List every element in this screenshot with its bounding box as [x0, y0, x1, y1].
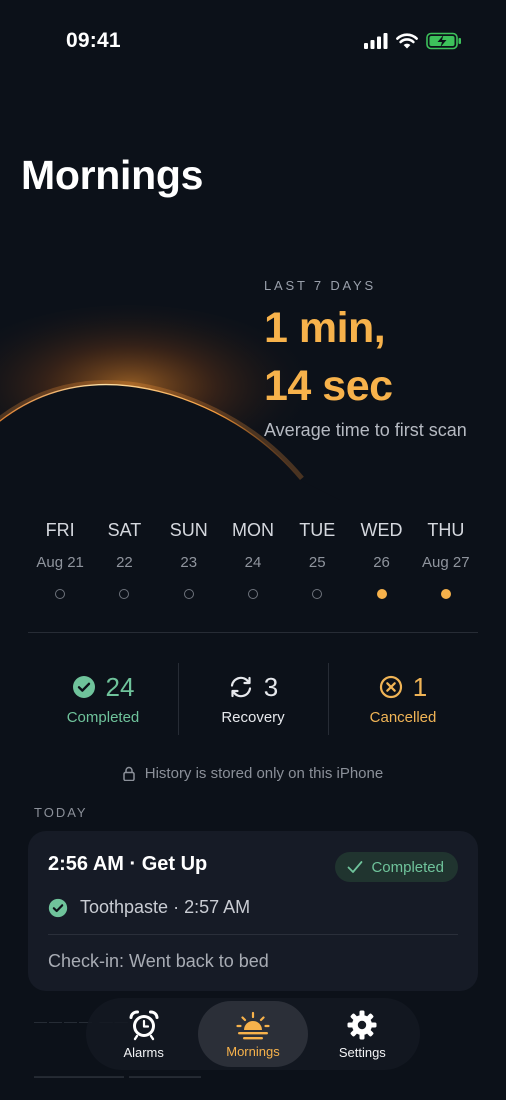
- day-date: Aug 27: [422, 554, 470, 571]
- check-circle-icon: [48, 898, 68, 917]
- completed-value: 24: [105, 671, 135, 702]
- day-status-dot: [55, 589, 66, 599]
- mornings-screen: 09:41 Mornings LAST 7 DAYS 1 min, 14 sec…: [0, 0, 506, 1100]
- battery-charging-icon: [426, 32, 461, 50]
- day-name: SUN: [169, 520, 208, 540]
- status-icons: [364, 30, 462, 52]
- tab-mornings[interactable]: Mornings: [198, 1001, 308, 1067]
- day-fri[interactable]: FRI Aug 21: [28, 520, 92, 599]
- stats-value-seconds: 14 sec: [264, 362, 393, 410]
- completed-label: Completed: [66, 709, 140, 726]
- day-name: WED: [360, 520, 403, 540]
- completed-count[interactable]: 24 Completed: [28, 663, 178, 735]
- day-wed[interactable]: WED 26: [349, 520, 413, 599]
- cancelled-label: Cancelled: [369, 709, 437, 726]
- alarm-title: 2:56 AM · Get Up: [48, 853, 208, 875]
- day-date: Aug 21: [36, 554, 84, 571]
- day-name: TUE: [299, 520, 336, 540]
- checkin-text: Check-in: Went back to bed: [48, 951, 269, 971]
- tab-bar: Alarms Mornings Settings: [86, 998, 420, 1070]
- completed-badge: Completed: [335, 852, 458, 882]
- alarm-clock-icon: [129, 1010, 159, 1040]
- day-status-dot: [119, 589, 130, 599]
- recovery-arrows-icon: [230, 676, 251, 698]
- x-circle-icon: [379, 675, 402, 699]
- privacy-note: History is stored only on this iPhone: [0, 765, 506, 782]
- day-status-dot-active: [376, 589, 387, 599]
- task-row: Toothpaste · 2:57 AM: [48, 897, 250, 918]
- cancelled-value: 1: [412, 671, 428, 702]
- day-date: 22: [116, 554, 133, 571]
- status-time: 09:41: [66, 29, 121, 52]
- day-status-dot: [312, 589, 323, 599]
- morning-entry-card[interactable]: 2:56 AM · Get Up Completed Toothpaste · …: [28, 831, 478, 991]
- today-section-label: TODAY: [34, 805, 88, 820]
- checkmark-icon: [348, 861, 363, 873]
- gear-icon: [347, 1010, 377, 1039]
- recovery-count[interactable]: 3 Recovery: [178, 663, 328, 735]
- day-tue[interactable]: TUE 25: [285, 520, 349, 599]
- day-date: 24: [244, 554, 262, 571]
- day-status-dot-active: [440, 589, 451, 599]
- card-divider: [48, 934, 458, 935]
- day-status-dot: [247, 589, 258, 599]
- day-date: 26: [373, 554, 390, 571]
- tab-label: Mornings: [226, 1043, 280, 1059]
- day-thu[interactable]: THU Aug 27: [414, 520, 478, 599]
- check-circle-icon: [72, 676, 95, 698]
- badge-label: Completed: [371, 858, 444, 876]
- cancelled-count[interactable]: 1 Cancelled: [328, 663, 478, 735]
- tab-label: Settings: [338, 1044, 386, 1060]
- tab-settings[interactable]: Settings: [308, 1001, 417, 1067]
- day-name: MON: [231, 520, 274, 540]
- day-name: SAT: [107, 520, 142, 540]
- day-sun[interactable]: SUN 23: [157, 520, 221, 599]
- week-strip: FRI Aug 21 SAT 22 SUN 23 MON 24 TUE 25 W…: [28, 520, 478, 599]
- tab-alarms[interactable]: Alarms: [89, 1001, 198, 1067]
- day-mon[interactable]: MON 24: [221, 520, 285, 599]
- day-sat[interactable]: SAT 22: [92, 520, 156, 599]
- day-status-dot: [183, 589, 194, 599]
- wifi-icon: [396, 33, 418, 49]
- stats-value-minutes: 1 min,: [264, 304, 386, 352]
- privacy-text: History is stored only on this iPhone: [144, 765, 384, 782]
- lock-icon: [123, 766, 135, 781]
- page-title: Mornings: [21, 152, 204, 198]
- stats-period-label: LAST 7 DAYS: [264, 278, 376, 293]
- stats-caption: Average time to first scan: [264, 420, 467, 440]
- day-date: 25: [308, 554, 326, 571]
- day-date: 23: [180, 554, 198, 571]
- section-divider: [28, 632, 478, 633]
- day-name: FRI: [45, 520, 75, 540]
- day-name: THU: [427, 520, 465, 540]
- sunrise-icon: [236, 1011, 270, 1039]
- recovery-label: Recovery: [221, 709, 285, 726]
- cellular-signal-icon: [364, 33, 388, 49]
- recovery-value: 3: [263, 671, 279, 702]
- task-text: Toothpaste · 2:57 AM: [80, 897, 251, 917]
- tab-label: Alarms: [123, 1044, 164, 1060]
- summary-counts: 24 Completed 3 Recovery 1 Cancelled: [28, 663, 478, 735]
